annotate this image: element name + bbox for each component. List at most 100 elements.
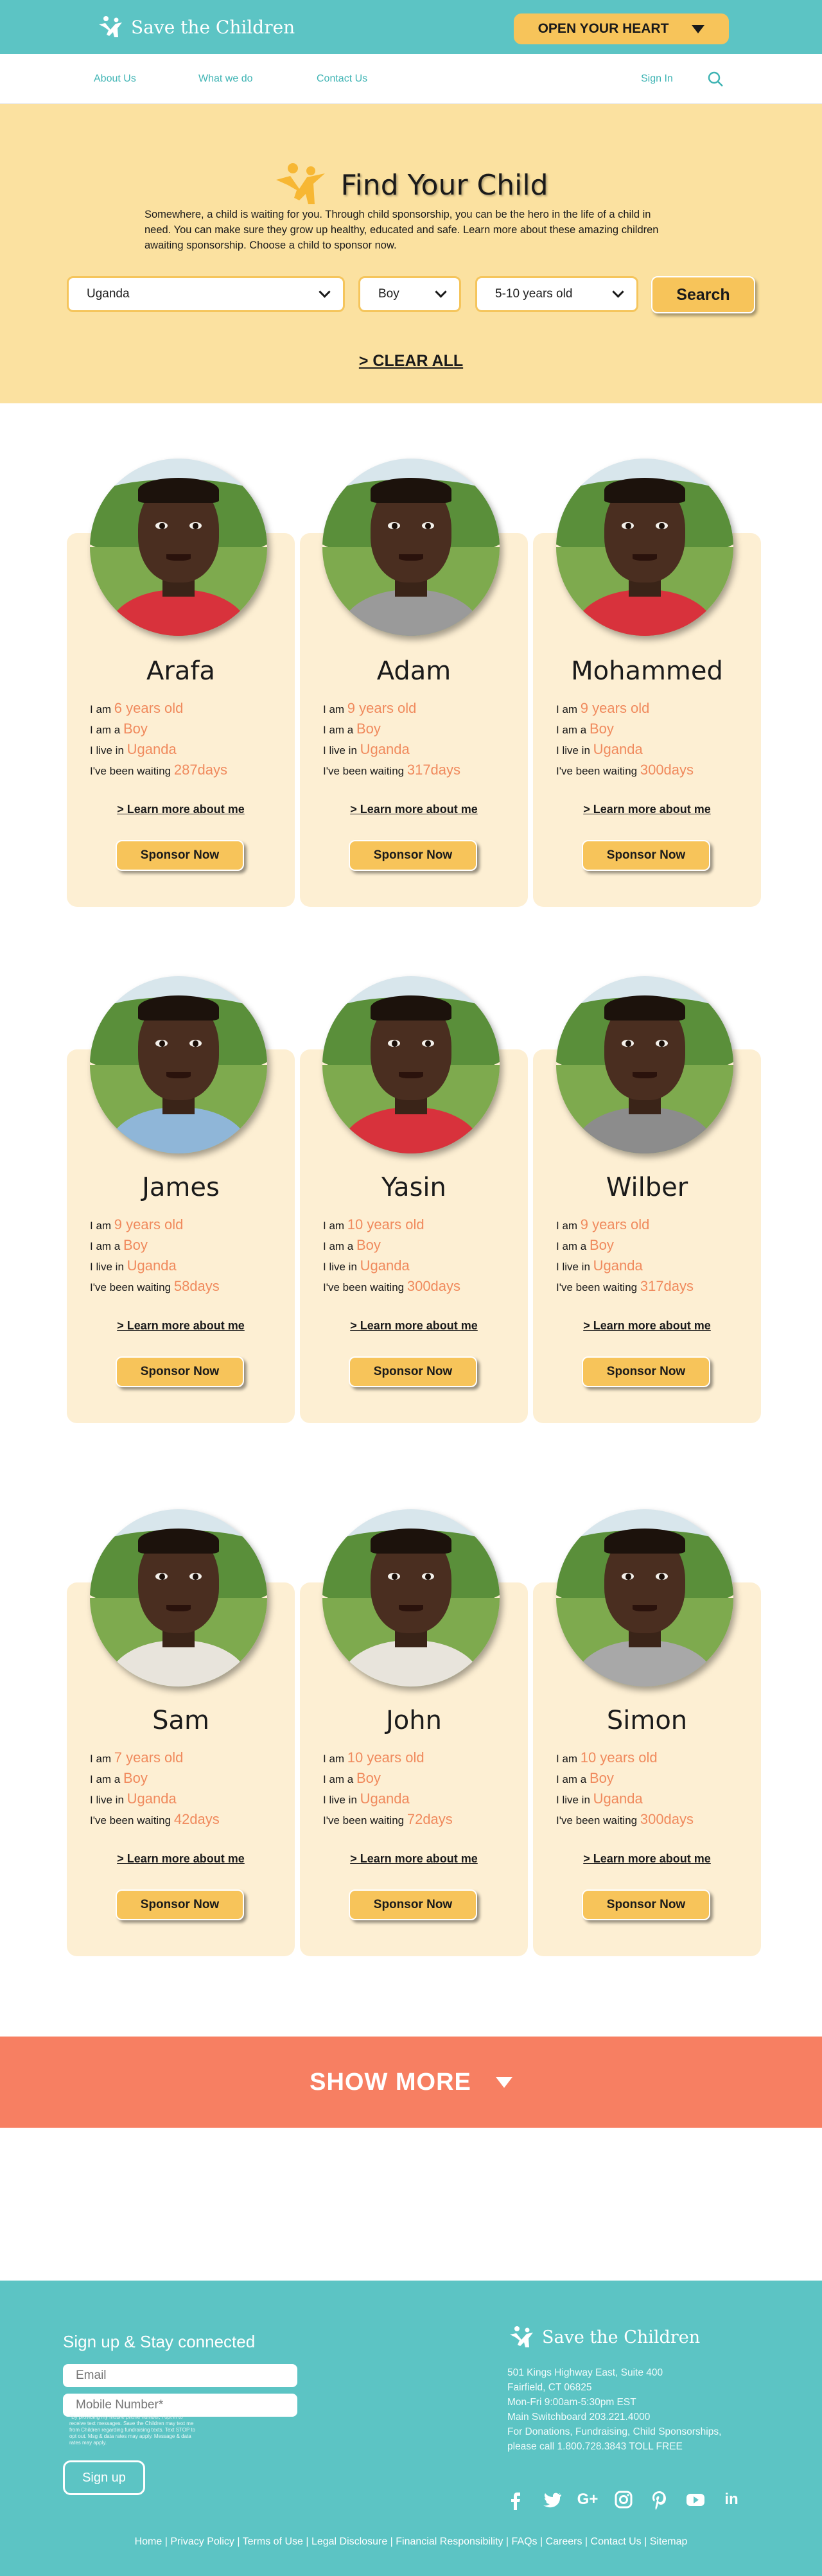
child-gender: Boy xyxy=(589,1770,614,1786)
child-waiting-days: 300days xyxy=(407,1278,461,1294)
child-country: Uganda xyxy=(360,1257,410,1274)
child-photo[interactable] xyxy=(90,459,267,636)
footer-link-contact-us[interactable]: Contact Us xyxy=(591,2536,642,2547)
contact-address: 501 Kings Highway East, Suite 400 Fairfi… xyxy=(507,2365,764,2454)
child-gender: Boy xyxy=(356,1237,381,1253)
waiting-prefix: I've been waiting xyxy=(556,1281,638,1293)
footer: Sign up & Stay connected *By providing m… xyxy=(0,2281,822,2576)
waiting-line: I've been waiting 42days xyxy=(90,1810,220,1830)
age-value: 5-10 years old xyxy=(495,287,573,301)
gender-prefix: I am a xyxy=(323,1240,354,1252)
child-country: Uganda xyxy=(360,741,410,757)
footer-link-faqs[interactable]: FAQs xyxy=(512,2536,538,2547)
nav-contact-us[interactable]: Contact Us xyxy=(317,73,367,85)
brand-logo[interactable]: Save the Children xyxy=(96,12,295,42)
age-line: I am 9 years old xyxy=(556,699,694,719)
sponsor-now-button[interactable]: Sponsor Now xyxy=(582,840,710,871)
youtube-icon[interactable] xyxy=(685,2489,706,2510)
waiting-line: I've been waiting 58days xyxy=(90,1277,220,1297)
footer-link-terms-of-use[interactable]: Terms of Use xyxy=(243,2536,303,2547)
child-photo[interactable] xyxy=(556,976,733,1153)
sponsor-now-button[interactable]: Sponsor Now xyxy=(116,1889,244,1920)
sponsor-now-button[interactable]: Sponsor Now xyxy=(116,840,244,871)
country-prefix: I live in xyxy=(556,744,590,757)
triangle-down-icon xyxy=(495,2076,512,2088)
footer-link-sitemap[interactable]: Sitemap xyxy=(650,2536,688,2547)
gender-select[interactable]: Boy xyxy=(358,276,461,312)
show-more-button[interactable]: SHOW MORE xyxy=(0,2037,822,2128)
child-facts: I am 9 years old I am a Boy I live in Ugan… xyxy=(556,1215,694,1297)
age-prefix: I am xyxy=(323,1220,345,1232)
sponsor-now-button[interactable]: Sponsor Now xyxy=(116,1356,244,1387)
child-waiting-days: 317days xyxy=(640,1278,694,1294)
child-photo[interactable] xyxy=(322,1509,500,1687)
learn-more-link[interactable]: > Learn more about me xyxy=(300,803,528,816)
sponsor-now-button[interactable]: Sponsor Now xyxy=(349,1889,477,1920)
sponsor-now-button[interactable]: Sponsor Now xyxy=(349,840,477,871)
country-select[interactable]: Uganda xyxy=(67,276,345,312)
nav-sign-in[interactable]: Sign In xyxy=(641,73,673,85)
child-waiting-days: 300days xyxy=(640,762,694,778)
facebook-icon[interactable] xyxy=(505,2489,527,2510)
search-button[interactable]: Search xyxy=(651,276,755,313)
learn-more-link[interactable]: > Learn more about me xyxy=(533,1852,761,1866)
twitter-icon[interactable] xyxy=(541,2489,563,2510)
pinterest-icon[interactable] xyxy=(649,2489,670,2510)
child-photo[interactable] xyxy=(322,459,500,636)
learn-more-link[interactable]: > Learn more about me xyxy=(300,1852,528,1866)
nav-what-we-do[interactable]: What we do xyxy=(198,73,252,85)
chevron-down-icon xyxy=(612,286,624,298)
learn-more-link[interactable]: > Learn more about me xyxy=(300,1319,528,1333)
phone-line: Main Switchboard 203.221.4000 xyxy=(507,2412,651,2423)
sponsor-now-button[interactable]: Sponsor Now xyxy=(582,1889,710,1920)
gender-line: I am a Boy xyxy=(90,719,227,740)
footer-link-careers[interactable]: Careers xyxy=(546,2536,582,2547)
child-age: 6 years old xyxy=(114,700,184,716)
child-name: Wilber xyxy=(606,1173,688,1202)
child-photo[interactable] xyxy=(556,1509,733,1687)
open-your-heart-button[interactable]: OPEN YOUR HEART xyxy=(514,13,729,44)
age-line: I am 10 years old xyxy=(556,1748,694,1769)
google-plus-icon[interactable]: G+ xyxy=(577,2489,599,2510)
chevron-down-icon xyxy=(435,286,447,298)
footer-link-financial-responsibility[interactable]: Financial Responsibility xyxy=(396,2536,503,2547)
footer-link-home[interactable]: Home xyxy=(135,2536,162,2547)
gender-prefix: I am a xyxy=(90,1240,121,1252)
clear-all-link[interactable]: > CLEAR ALL xyxy=(0,352,822,371)
age-prefix: I am xyxy=(90,1753,112,1765)
child-name: Yasin xyxy=(381,1173,446,1202)
toll-free-line: please call 1.800.728.3843 TOLL FREE xyxy=(507,2441,683,2452)
signup-button[interactable]: Sign up xyxy=(63,2460,145,2495)
mobile-number-field[interactable] xyxy=(63,2394,297,2417)
learn-more-link[interactable]: > Learn more about me xyxy=(67,1852,295,1866)
children-logo-icon xyxy=(99,16,122,37)
footer-link-legal-disclosure[interactable]: Legal Disclosure xyxy=(311,2536,387,2547)
learn-more-link[interactable]: > Learn more about me xyxy=(533,803,761,816)
waiting-line: I've been waiting 317days xyxy=(556,1277,694,1297)
footer-link-privacy-policy[interactable]: Privacy Policy xyxy=(170,2536,234,2547)
nav-about-us[interactable]: About Us xyxy=(94,73,136,85)
child-photo[interactable] xyxy=(90,976,267,1153)
learn-more-link[interactable]: > Learn more about me xyxy=(533,1319,761,1333)
instagram-icon[interactable] xyxy=(613,2489,634,2510)
child-photo[interactable] xyxy=(322,976,500,1153)
learn-more-link[interactable]: > Learn more about me xyxy=(67,1319,295,1333)
age-select[interactable]: 5-10 years old xyxy=(475,276,638,312)
age-prefix: I am xyxy=(90,703,112,715)
child-photo[interactable] xyxy=(556,459,733,636)
child-country: Uganda xyxy=(127,1791,177,1807)
age-line: I am 10 years old xyxy=(323,1215,460,1236)
country-prefix: I live in xyxy=(323,1794,357,1806)
age-prefix: I am xyxy=(556,703,578,715)
waiting-line: I've been waiting 317days xyxy=(323,760,460,781)
linkedin-icon[interactable]: in xyxy=(721,2489,742,2510)
sponsor-now-button[interactable]: Sponsor Now xyxy=(582,1356,710,1387)
email-field[interactable] xyxy=(63,2364,297,2387)
age-prefix: I am xyxy=(90,1220,112,1232)
child-gender: Boy xyxy=(123,1237,148,1253)
sponsor-now-button[interactable]: Sponsor Now xyxy=(349,1356,477,1387)
child-photo[interactable] xyxy=(90,1509,267,1687)
footer-brand-logo[interactable]: Save the Children xyxy=(507,2323,700,2351)
learn-more-link[interactable]: > Learn more about me xyxy=(67,803,295,816)
search-icon[interactable] xyxy=(707,71,724,87)
